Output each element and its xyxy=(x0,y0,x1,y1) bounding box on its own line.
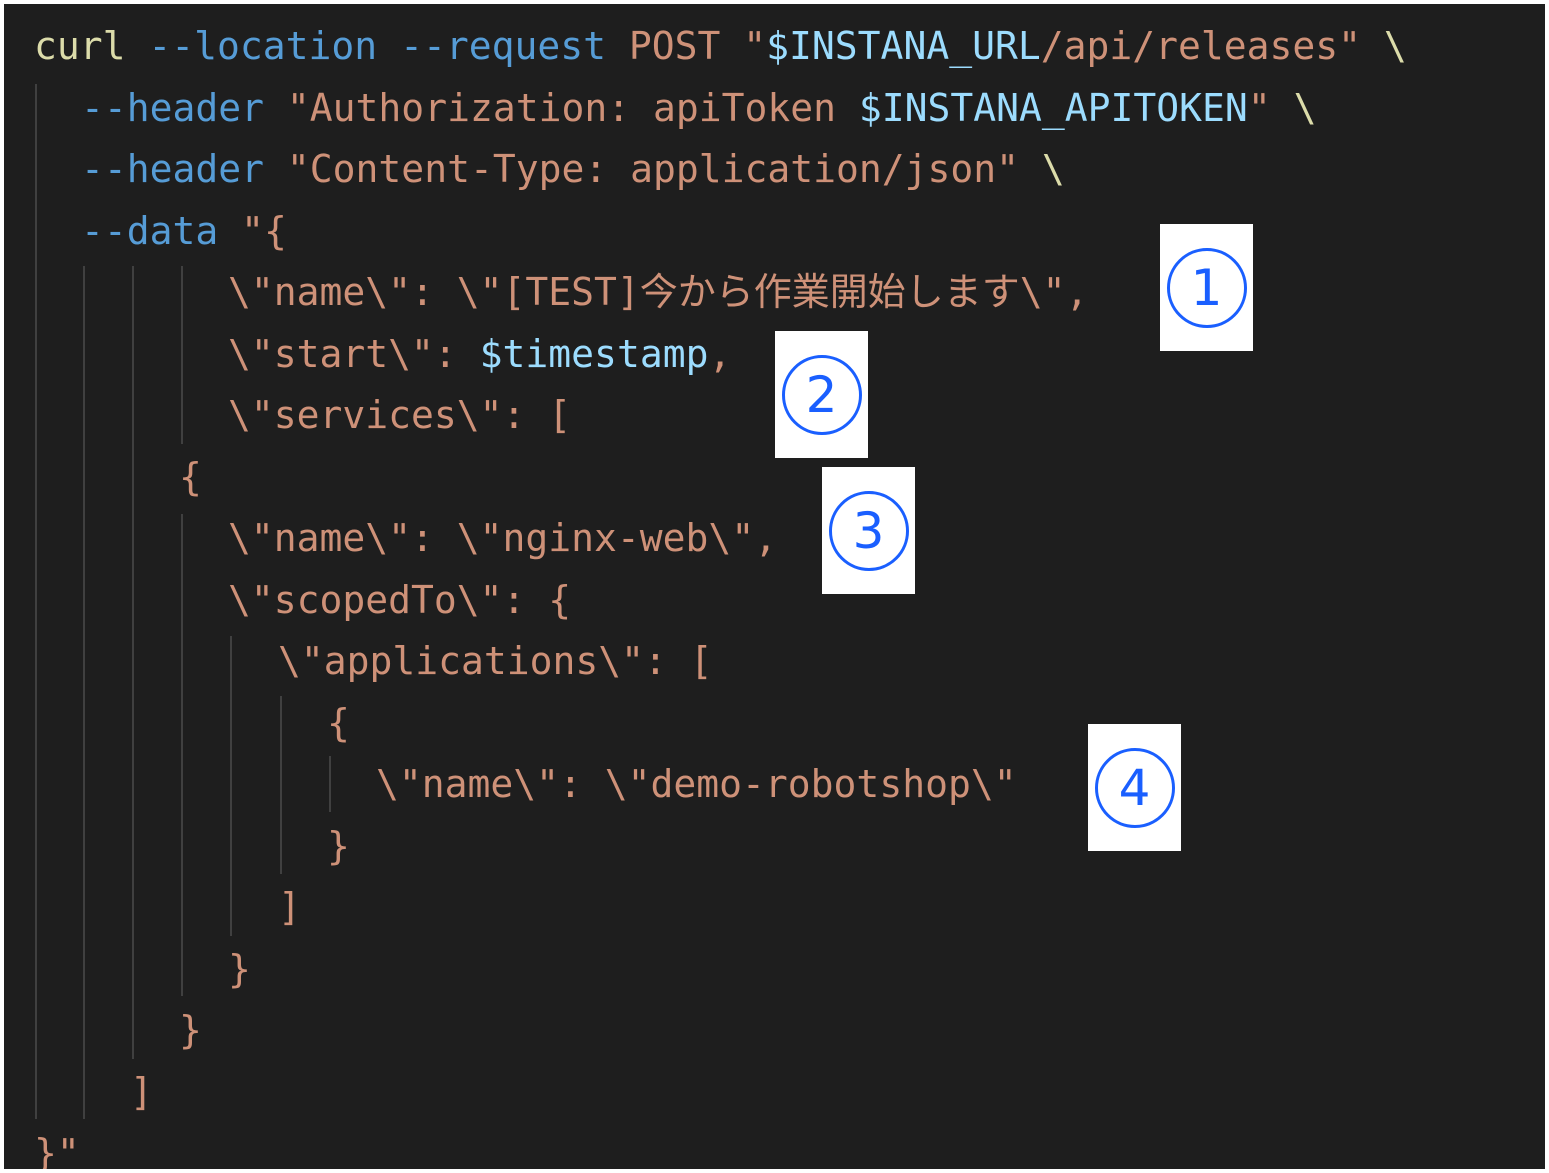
code-token: ] xyxy=(278,885,301,929)
code-line-bracket-close: ] xyxy=(130,1061,153,1123)
code-token: --data xyxy=(81,209,219,253)
code-line-brace-close: } xyxy=(228,938,251,1000)
code-token: ] xyxy=(130,1070,153,1114)
callout-1-label: 1 xyxy=(1166,247,1247,328)
code-line-start: \"start\": $timestamp, xyxy=(228,323,731,385)
code-token: \"services\": [ xyxy=(228,393,572,437)
code-line-header-auth: --header "Authorization: apiToken $INSTA… xyxy=(81,77,1316,139)
code-line-bracket-close: ] xyxy=(278,876,301,938)
code-token: , xyxy=(708,332,732,376)
code-token: \"start\": xyxy=(228,332,480,376)
code-token: $INSTANA_APITOKEN xyxy=(858,86,1248,130)
code-token: --request xyxy=(400,24,606,68)
code-token: "{ xyxy=(241,209,287,253)
code-token: } xyxy=(228,947,251,991)
code-token: \ xyxy=(1293,86,1317,130)
code-editor: curl --location --request POST "$INSTANA… xyxy=(4,4,1545,1169)
indent-guide xyxy=(181,514,183,996)
callout-3-label: 3 xyxy=(828,490,909,571)
code-token: --location xyxy=(148,24,378,68)
code-token: --header xyxy=(81,86,265,130)
indent-guide xyxy=(132,266,134,1059)
code-line-brace-close: } xyxy=(327,815,350,877)
code-token: " xyxy=(1247,86,1271,130)
code-token: { xyxy=(327,701,350,745)
code-line-data-end: }" xyxy=(34,1122,80,1169)
code-token: /api/releases" xyxy=(1040,24,1362,68)
code-token: \ xyxy=(1383,24,1407,68)
code-token: " xyxy=(743,24,767,68)
code-line-brace-open: { xyxy=(327,692,350,754)
code-token: $timestamp xyxy=(479,332,709,376)
code-line-header-content-type: --header "Content-Type: application/json… xyxy=(81,138,1065,200)
code-token: "Authorization: apiToken xyxy=(286,86,859,130)
code-token: } xyxy=(327,824,350,868)
code-token: POST xyxy=(628,24,721,68)
indent-guide xyxy=(83,266,85,1119)
indent-guide xyxy=(230,636,232,936)
code-token: --header xyxy=(81,147,265,191)
callout-4-label: 4 xyxy=(1094,747,1175,828)
code-token: "Content-Type: application/json" xyxy=(286,147,1020,191)
code-line-app-name: \"name\": \"demo-robotshop\" xyxy=(376,753,1017,815)
indent-guide xyxy=(280,696,282,874)
indent-guide xyxy=(329,756,331,812)
code-token: } xyxy=(179,1008,202,1052)
code-token: }" xyxy=(34,1131,80,1169)
code-token: $INSTANA_URL xyxy=(766,24,1041,68)
code-line-name: \"name\": \"[TEST]今から作業開始します\", xyxy=(228,261,1088,323)
code-token: \"name\": \"[TEST]今から作業開始します\", xyxy=(228,270,1089,314)
code-line-data: --data "{ xyxy=(81,200,287,262)
code-token: \"scopedTo\": { xyxy=(228,578,572,622)
code-line-service-name: \"name\": \"nginx-web\", xyxy=(228,507,777,569)
callout-3: 3 xyxy=(822,467,915,594)
callout-1: 1 xyxy=(1160,224,1253,351)
code-line-brace-open: { xyxy=(179,446,202,508)
code-line-brace-close: } xyxy=(179,999,202,1061)
code-line-services: \"services\": [ xyxy=(228,384,571,446)
code-token: \ xyxy=(1041,147,1065,191)
code-token: curl xyxy=(34,24,126,68)
callout-2-label: 2 xyxy=(781,354,862,435)
indent-guide xyxy=(35,84,37,1119)
code-line-scoped-to: \"scopedTo\": { xyxy=(228,569,571,631)
indent-guide xyxy=(181,266,183,444)
code-token: \"name\": \"nginx-web\", xyxy=(228,516,778,560)
code-token: \"applications\": [ xyxy=(278,639,713,683)
code-token: \"name\": \"demo-robotshop\" xyxy=(376,762,1017,806)
callout-4: 4 xyxy=(1088,724,1181,851)
callout-2: 2 xyxy=(775,331,868,458)
code-line-curl: curl --location --request POST "$INSTANA… xyxy=(34,15,1407,77)
code-token: { xyxy=(179,455,202,499)
code-line-applications: \"applications\": [ xyxy=(278,630,713,692)
